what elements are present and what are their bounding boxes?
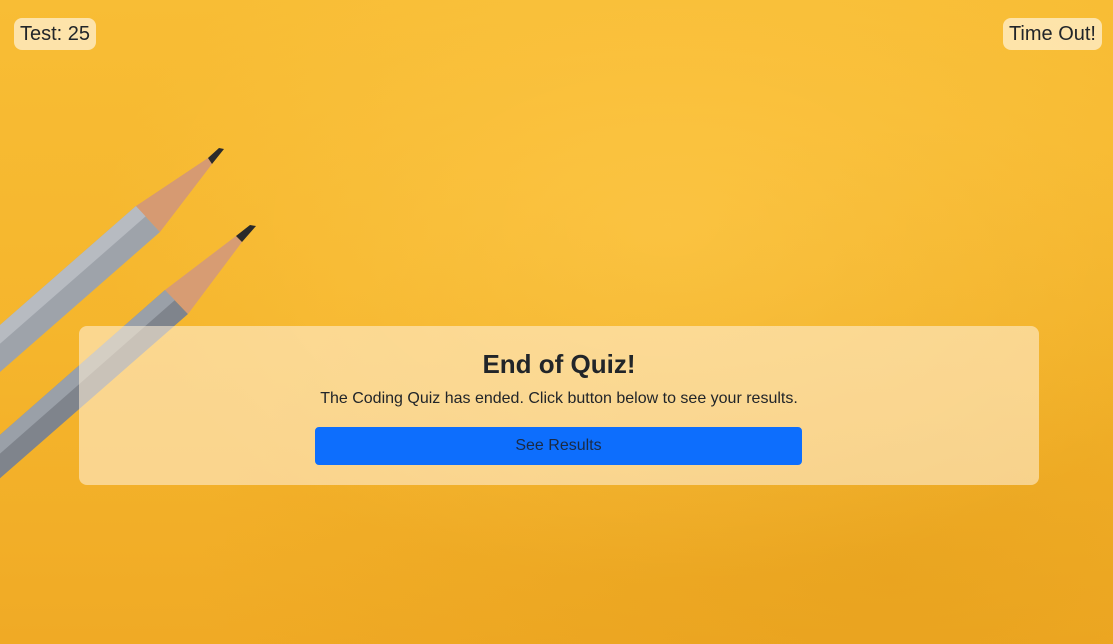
end-of-quiz-card: End of Quiz! The Coding Quiz has ended. … [79,326,1039,485]
score-badge: Test: 25 [14,18,97,50]
card-message: The Coding Quiz has ended. Click button … [320,390,798,407]
card-title: End of Quiz! [482,349,636,379]
see-results-button[interactable]: See Results [315,427,802,465]
timer-badge: Time Out! [1002,18,1102,50]
